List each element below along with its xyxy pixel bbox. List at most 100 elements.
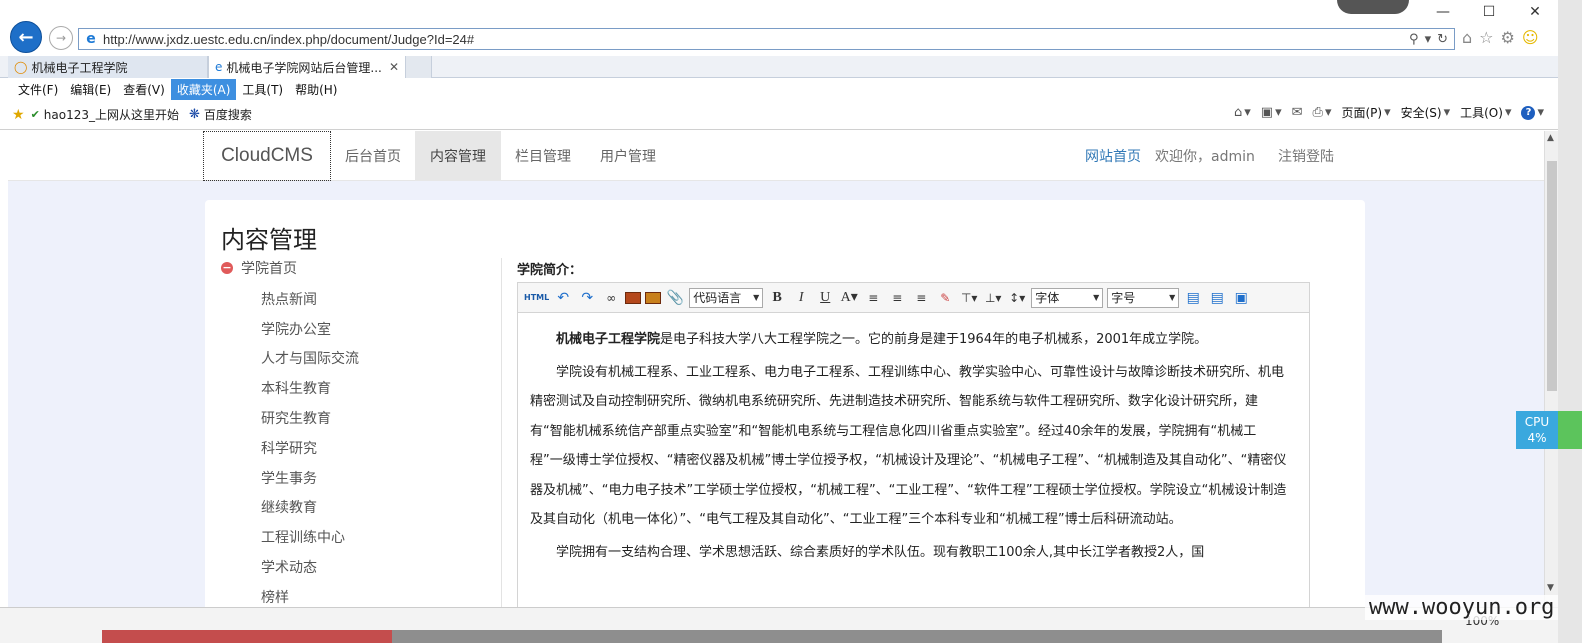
help-icon: ? bbox=[1521, 105, 1536, 120]
underline-button[interactable]: U bbox=[815, 288, 835, 308]
font-size-select[interactable]: 字号 ▼ bbox=[1107, 287, 1180, 308]
dropdown-icon[interactable]: ▾ bbox=[1425, 32, 1432, 47]
scroll-up-icon[interactable]: ▲ bbox=[1547, 133, 1554, 143]
nav-dashboard[interactable]: 后台首页 bbox=[330, 131, 416, 181]
welcome-text: 欢迎你，admin bbox=[1155, 149, 1255, 165]
tools-command[interactable]: 工具(O) ▾ bbox=[1460, 104, 1511, 121]
code-language-select[interactable]: 代码语言 ▼ bbox=[689, 287, 764, 308]
hao123-icon: ✔ bbox=[30, 108, 40, 121]
align-left-icon[interactable]: ≡ bbox=[863, 288, 883, 308]
minimize-icon[interactable]: — bbox=[1420, 0, 1466, 24]
multi-image-icon[interactable] bbox=[645, 291, 662, 304]
address-bar[interactable]: e http://www.jxdz.uestc.edu.cn/index.php… bbox=[78, 28, 1455, 50]
intro-field-label: 学院简介： bbox=[517, 263, 583, 278]
tree-item[interactable]: 研究生教育 bbox=[221, 403, 491, 433]
menu-tools[interactable]: 工具(T) bbox=[236, 79, 289, 100]
nav-content[interactable]: 内容管理 bbox=[415, 131, 501, 181]
indent-icon[interactable]: ▤ bbox=[1183, 288, 1203, 308]
collapse-icon[interactable]: − bbox=[221, 262, 233, 274]
align-right-icon[interactable]: ≡ bbox=[911, 288, 931, 308]
home-command[interactable]: ⌂ ▾ bbox=[1234, 105, 1251, 120]
menu-favorites[interactable]: 收藏夹(A) bbox=[170, 78, 237, 100]
new-tab-button[interactable] bbox=[406, 56, 432, 78]
site-home-link[interactable]: 网站首页 bbox=[1085, 131, 1141, 181]
refresh-icon[interactable]: ↻ bbox=[1437, 32, 1448, 47]
mail-icon: ✉ bbox=[1291, 105, 1303, 120]
tab-admin[interactable]: e 机械电子学院网站后台管理... ✕ bbox=[208, 56, 406, 78]
rich-text-editor[interactable]: HTML ↶ ↷ ∞ 📎 代码语言 ▼ B I U A▾ ≡ ≡ ≡ ✎ ⊤▾ ⊥… bbox=[517, 282, 1310, 607]
taskbar-strip bbox=[102, 630, 392, 643]
font-family-select[interactable]: 字体 ▼ bbox=[1031, 287, 1104, 308]
page-command[interactable]: 页面(P) ▾ bbox=[1341, 104, 1390, 121]
tree-root-item[interactable]: − 学院首页 bbox=[221, 256, 491, 280]
favorite-hao123[interactable]: ✔ hao123_上网从这里开始 bbox=[31, 106, 179, 123]
feeds-command[interactable]: ▣ ▾ bbox=[1261, 105, 1282, 120]
printer-icon: ⎙ bbox=[1312, 105, 1323, 120]
nav-columns[interactable]: 栏目管理 bbox=[500, 131, 586, 181]
nav-users[interactable]: 用户管理 bbox=[585, 131, 671, 181]
search-icon[interactable]: ⚲ bbox=[1409, 32, 1419, 47]
tree-item[interactable]: 学院办公室 bbox=[221, 314, 491, 344]
tree-item[interactable]: 人才与国际交流 bbox=[221, 344, 491, 374]
print-command[interactable]: ⎙ ▾ bbox=[1313, 105, 1332, 120]
redo-icon[interactable]: ↷ bbox=[577, 288, 597, 308]
fullscreen-icon[interactable]: ▣ bbox=[1231, 288, 1251, 308]
tree-item[interactable]: 继续教育 bbox=[221, 493, 491, 523]
align-center-icon[interactable]: ≡ bbox=[887, 288, 907, 308]
font-color-icon[interactable]: A▾ bbox=[839, 288, 859, 308]
outdent-icon[interactable]: ▤ bbox=[1207, 288, 1227, 308]
address-url[interactable]: http://www.jxdz.uestc.edu.cn/index.php/d… bbox=[103, 32, 1409, 47]
tree-item[interactable]: 热点新闻 bbox=[221, 284, 491, 314]
link-icon[interactable]: ∞ bbox=[601, 288, 621, 308]
menu-bar: 文件(F) 编辑(E) 查看(V) 收藏夹(A) 工具(T) 帮助(H) bbox=[0, 78, 1582, 100]
undo-icon[interactable]: ↶ bbox=[553, 288, 573, 308]
page-title: 内容管理 bbox=[221, 226, 317, 254]
tab-close-icon[interactable]: ✕ bbox=[389, 60, 399, 74]
italic-button[interactable]: I bbox=[791, 288, 811, 308]
feedback-smiley-icon[interactable]: ☺ bbox=[1522, 28, 1539, 47]
favorites-star-icon[interactable]: ★ bbox=[12, 107, 25, 123]
forward-button[interactable]: → bbox=[49, 26, 73, 50]
menu-view[interactable]: 查看(V) bbox=[117, 79, 171, 100]
tree-item[interactable]: 工程训练中心 bbox=[221, 522, 491, 552]
tree-item[interactable]: 本科生教育 bbox=[221, 373, 491, 403]
safety-command[interactable]: 安全(S) ▾ bbox=[1401, 104, 1451, 121]
tree-item[interactable]: 学生事务 bbox=[221, 463, 491, 493]
image-icon[interactable] bbox=[625, 291, 642, 304]
paragraph-spacing-bottom-icon[interactable]: ⊥▾ bbox=[983, 288, 1003, 308]
mail-command[interactable]: ✉ bbox=[1292, 105, 1303, 120]
brand-logo[interactable]: CloudCMS bbox=[203, 131, 331, 181]
home-icon[interactable]: ⌂ bbox=[1462, 28, 1472, 47]
favorite-baidu[interactable]: ❋ 百度搜索 bbox=[189, 106, 252, 123]
rss-icon: ▣ bbox=[1260, 105, 1274, 120]
tree-item[interactable]: 学术动态 bbox=[221, 552, 491, 582]
favorites-star-icon[interactable]: ☆ bbox=[1479, 28, 1493, 47]
close-window-icon[interactable]: ✕ bbox=[1512, 0, 1558, 24]
paragraph-spacing-top-icon[interactable]: ⊤▾ bbox=[959, 288, 979, 308]
settings-gear-icon[interactable]: ⚙ bbox=[1501, 28, 1515, 47]
back-button[interactable]: ← bbox=[10, 21, 42, 53]
tab-college[interactable]: ◯ 机械电子工程学院 bbox=[8, 56, 208, 78]
intro-paragraph-2: 学院设有机械工程系、工业工程系、电力电子工程系、工程训练中心、教学实验中心、可靠… bbox=[530, 364, 1287, 528]
menu-edit[interactable]: 编辑(E) bbox=[64, 79, 117, 100]
logout-link[interactable]: 注销登陆 bbox=[1278, 131, 1334, 181]
camera-overlay bbox=[1337, 0, 1409, 14]
scroll-thumb[interactable] bbox=[1547, 161, 1557, 391]
menu-file[interactable]: 文件(F) bbox=[12, 79, 64, 100]
tree-item[interactable]: 科学研究 bbox=[221, 433, 491, 463]
bold-button[interactable]: B bbox=[767, 288, 787, 308]
editor-content[interactable]: 机械电子工程学院是电子科技大学八大工程学院之一。它的前身是建于1964年的电子机… bbox=[518, 313, 1309, 567]
scroll-down-icon[interactable]: ▼ bbox=[1547, 583, 1554, 593]
line-height-icon[interactable]: ↕▾ bbox=[1007, 288, 1027, 308]
tree-item[interactable]: 榜样 bbox=[221, 582, 491, 607]
page-scrollbar[interactable]: ▲ ▼ bbox=[1544, 131, 1558, 607]
browser-titlebar: ← → e http://www.jxdz.uestc.edu.cn/index… bbox=[0, 0, 1582, 56]
help-command[interactable]: ? ▾ bbox=[1521, 105, 1544, 120]
eraser-icon[interactable]: ✎ bbox=[935, 288, 955, 308]
html-source-button[interactable]: HTML bbox=[524, 288, 549, 308]
page-viewport: CloudCMS 后台首页 内容管理 栏目管理 用户管理 网站首页 欢迎你，ad… bbox=[8, 131, 1544, 607]
menu-help[interactable]: 帮助(H) bbox=[289, 79, 343, 100]
maximize-icon[interactable]: ☐ bbox=[1466, 0, 1512, 24]
watermark-text: www.wooyun.org bbox=[1365, 595, 1559, 620]
attachment-icon[interactable]: 📎 bbox=[665, 288, 685, 308]
